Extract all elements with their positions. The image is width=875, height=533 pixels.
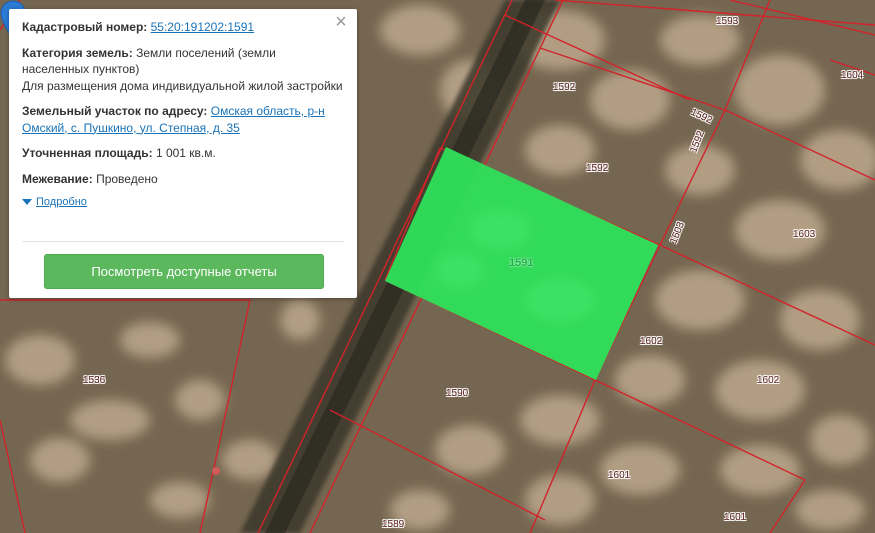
parcel-label-1604[interactable]: 1604 <box>841 70 863 82</box>
area-label: Уточненная площадь: <box>22 146 153 160</box>
view-reports-button[interactable]: Посмотреть доступные отчеты <box>44 254 324 289</box>
survey-row: Межевание: Проведено <box>22 171 343 188</box>
details-toggle[interactable]: Подробно <box>22 196 343 208</box>
land-category-row: Категория земель: Земли поселений (земли… <box>22 45 343 95</box>
divider <box>22 241 344 242</box>
parcel-info-popup: × Кадастровый номер: 55:20:191202:1591 К… <box>9 9 357 298</box>
parcel-label-1589[interactable]: 1589 <box>382 519 404 531</box>
address-row: Земельный участок по адресу: Омская обла… <box>22 103 343 136</box>
parcel-label-1536[interactable]: 1536 <box>83 375 105 387</box>
parcel-label-1593[interactable]: 1593 <box>716 16 738 28</box>
parcel-label-1601[interactable]: 1601 <box>724 512 746 524</box>
land-usage-value: Для размещения дома индивидуальной жилой… <box>22 78 343 93</box>
area-row: Уточненная площадь: 1 001 кв.м. <box>22 145 343 162</box>
parcel-label-1601[interactable]: 1601 <box>608 470 630 482</box>
point-marker <box>212 467 220 475</box>
parcel-label-1602[interactable]: 1602 <box>640 336 662 348</box>
cadastral-number-link[interactable]: 55:20:191202:1591 <box>151 20 254 34</box>
survey-value: Проведено <box>96 171 158 186</box>
parcel-label-1592[interactable]: 1592 <box>553 82 575 94</box>
details-link[interactable]: Подробно <box>36 196 87 208</box>
survey-label: Межевание: <box>22 171 93 186</box>
parcel-label-1602[interactable]: 1602 <box>757 375 779 387</box>
address-label: Земельный участок по адресу: <box>22 104 208 118</box>
parcel-label-1590[interactable]: 1590 <box>446 388 468 400</box>
triangle-down-icon <box>22 199 32 205</box>
area-value: 1 001 кв.м. <box>155 146 216 160</box>
parcel-label-1603[interactable]: 1603 <box>793 229 815 241</box>
selected-parcel-label: 1591 <box>509 257 534 269</box>
land-category-label: Категория земель: <box>22 45 133 60</box>
parcel-label-1592[interactable]: 1592 <box>586 163 608 175</box>
cadastral-number-label: Кадастровый номер: <box>22 20 148 34</box>
cadastral-number-row: Кадастровый номер: 55:20:191202:1591 <box>22 19 343 36</box>
close-icon[interactable]: × <box>333 12 349 32</box>
